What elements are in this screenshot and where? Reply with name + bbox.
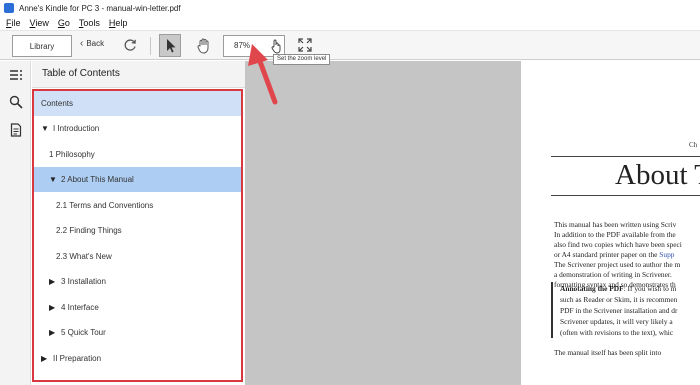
- note-line: Scrivener updates, it will very likely a: [560, 317, 673, 326]
- collapsed-triangle-icon[interactable]: ▶: [49, 277, 61, 286]
- back-button[interactable]: ‹ Back: [80, 38, 104, 49]
- library-button[interactable]: Library: [12, 35, 72, 57]
- toc-item-about-this-manual[interactable]: ▼ 2 About This Manual: [34, 167, 241, 192]
- note-line: Annotating the PDF: If you wish to m: [560, 284, 677, 293]
- note-line: such as Reader or Skim, it is recommen: [560, 295, 678, 304]
- menu-go[interactable]: Go: [58, 18, 70, 28]
- body-line: This manual has been written using Scriv: [554, 220, 677, 229]
- toolbar: Library ‹ Back 87%: [0, 30, 700, 60]
- toc-item-label: Contents: [41, 99, 74, 108]
- note-line: PDF in the Scrivener installation and dr: [560, 306, 678, 315]
- toc-header: Table of Contents: [32, 61, 245, 88]
- body-line: a demonstration of writing in Scrivener.: [554, 270, 672, 279]
- search-icon[interactable]: [9, 95, 23, 109]
- title-bar: Anne's Kindle for PC 3 - manual-win-lett…: [0, 0, 700, 16]
- toc-item-label: 2.3 What's New: [56, 252, 112, 261]
- toc-item-contents[interactable]: Contents: [34, 91, 241, 116]
- toc-item-label: 1 Philosophy: [49, 150, 95, 159]
- back-label: Back: [86, 39, 105, 48]
- chapter-heading: About Th: [615, 159, 700, 191]
- left-rail: [0, 61, 31, 385]
- collapsed-triangle-icon[interactable]: ▶: [41, 354, 53, 363]
- menu-view[interactable]: View: [30, 18, 49, 28]
- body-line: or A4 standard printer paper on the Supp: [554, 250, 675, 259]
- body-line: The Scrivener project used to author the…: [554, 260, 681, 269]
- body-line: In addition to the PDF available from th…: [554, 230, 676, 239]
- toc-item-preparation[interactable]: ▶ II Preparation: [34, 346, 241, 371]
- body-line: The manual itself has been split into: [554, 348, 662, 357]
- running-header: Ch: [689, 141, 698, 149]
- chevron-left-icon: ‹: [80, 38, 84, 49]
- collapsed-triangle-icon[interactable]: ▶: [49, 328, 61, 337]
- toc-item-label: II Preparation: [53, 354, 102, 363]
- toc-item-finding-things[interactable]: 2.2 Finding Things: [34, 218, 241, 243]
- pointer-select-icon: [167, 39, 176, 53]
- toc-item-label: 2.1 Terms and Conventions: [56, 201, 154, 210]
- heading-rule: [551, 156, 700, 157]
- collapsed-triangle-icon[interactable]: ▶: [49, 303, 61, 312]
- refresh-icon[interactable]: [122, 37, 138, 53]
- toc-item-quick-tour[interactable]: ▶ 5 Quick Tour: [34, 320, 241, 345]
- hand-cursor-icon: [271, 39, 281, 54]
- select-tool-button[interactable]: [159, 34, 181, 57]
- toolbar-divider: [150, 37, 151, 55]
- toc-title: Table of Contents: [42, 68, 120, 79]
- menu-help[interactable]: Help: [109, 18, 128, 28]
- fullscreen-icon[interactable]: [298, 38, 312, 52]
- body-line: also find two copies which have been spe…: [554, 240, 682, 249]
- note-margin-bar: [551, 282, 553, 338]
- document-page[interactable]: Ch About Th This manual has been written…: [521, 61, 700, 385]
- support-link[interactable]: Supp: [659, 250, 674, 259]
- note-line: (often with revisions to the text), whic: [560, 328, 674, 337]
- heading-rule: [551, 195, 700, 196]
- zoom-tooltip: Set the zoom level: [273, 54, 331, 65]
- toc-item-philosophy[interactable]: 1 Philosophy: [34, 142, 241, 167]
- zoom-value: 87%: [234, 41, 251, 50]
- toc-item-label: 3 Installation: [61, 277, 106, 286]
- toc-list: Contents ▼ I Introduction 1 Philosophy ▼…: [32, 89, 243, 382]
- notes-icon[interactable]: [9, 123, 23, 137]
- window-title: Anne's Kindle for PC 3 - manual-win-lett…: [19, 3, 181, 13]
- toc-item-whats-new[interactable]: 2.3 What's New: [34, 244, 241, 269]
- kindle-app-icon: [4, 3, 14, 13]
- toc-item-label: 4 Interface: [61, 303, 99, 312]
- table-of-contents-icon[interactable]: [9, 68, 23, 82]
- hand-pan-icon[interactable]: [196, 37, 212, 54]
- toc-item-terms-and-conventions[interactable]: 2.1 Terms and Conventions: [34, 193, 241, 218]
- expanded-triangle-icon[interactable]: ▼: [41, 124, 53, 133]
- toc-item-label: I Introduction: [53, 124, 100, 133]
- toc-item-label: 5 Quick Tour: [61, 328, 106, 337]
- toc-item-installation[interactable]: ▶ 3 Installation: [34, 269, 241, 294]
- toc-item-label: 2 About This Manual: [61, 175, 134, 184]
- toc-item-introduction[interactable]: ▼ I Introduction: [34, 116, 241, 141]
- toc-item-interface[interactable]: ▶ 4 Interface: [34, 295, 241, 320]
- menu-bar: File View Go Tools Help: [0, 16, 700, 30]
- menu-file[interactable]: File: [6, 18, 21, 28]
- expanded-triangle-icon[interactable]: ▼: [49, 175, 61, 184]
- toc-item-label: 2.2 Finding Things: [56, 226, 122, 235]
- menu-tools[interactable]: Tools: [79, 18, 100, 28]
